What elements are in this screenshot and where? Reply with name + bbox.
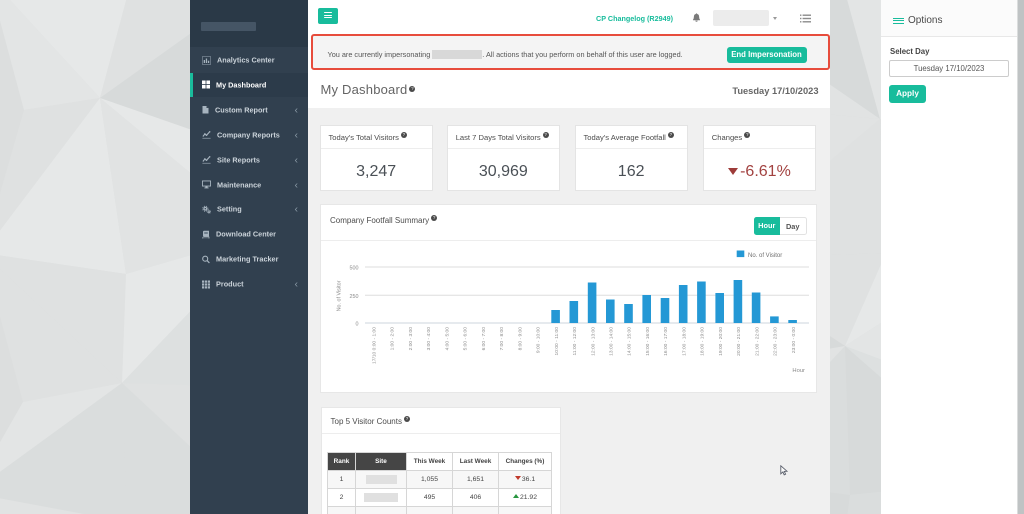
svg-text:22:00 - 23:00: 22:00 - 23:00 [773, 327, 779, 356]
svg-text:6:00 - 7:00: 6:00 - 7:00 [481, 327, 487, 351]
svg-text:3:00 - 4:00: 3:00 - 4:00 [426, 327, 432, 351]
svg-text:19:00 - 20:00: 19:00 - 20:00 [718, 327, 724, 356]
svg-text:10:00 - 11:00: 10:00 - 11:00 [554, 327, 560, 356]
svg-text:12:00 - 13:00: 12:00 - 13:00 [590, 327, 596, 356]
svg-text:500: 500 [350, 266, 359, 272]
svg-text:16:00 - 17:00: 16:00 - 17:00 [663, 327, 669, 356]
svg-text:No. of Visitor: No. of Visitor [337, 280, 343, 311]
svg-text:21:00 - 22:00: 21:00 - 22:00 [754, 327, 760, 356]
svg-text:1:00 - 2:00: 1:00 - 2:00 [390, 327, 396, 351]
svg-text:8:00 - 9:00: 8:00 - 9:00 [517, 327, 523, 351]
svg-text:9:00 - 10:00: 9:00 - 10:00 [536, 327, 542, 353]
svg-text:18:00 - 19:00: 18:00 - 19:00 [700, 327, 706, 356]
svg-text:4:00 - 5:00: 4:00 - 5:00 [444, 327, 450, 351]
svg-text:11:00 - 12:00: 11:00 - 12:00 [572, 327, 578, 356]
svg-text:5:00 - 6:00: 5:00 - 6:00 [463, 327, 469, 351]
svg-text:15:00 - 16:00: 15:00 - 16:00 [645, 327, 651, 356]
svg-text:No. of Visitor: No. of Visitor [748, 253, 782, 259]
svg-text:Hour: Hour [792, 368, 805, 374]
svg-text:250: 250 [350, 294, 359, 300]
svg-text:23:00 - 0:00: 23:00 - 0:00 [791, 327, 797, 353]
svg-text:2:00 - 3:00: 2:00 - 3:00 [408, 327, 414, 351]
svg-text:0: 0 [356, 322, 359, 328]
svg-text:17/10 0:00 - 1:00: 17/10 0:00 - 1:00 [372, 327, 378, 364]
svg-text:7:00 - 8:00: 7:00 - 8:00 [499, 327, 505, 351]
svg-text:20:00 - 21:00: 20:00 - 21:00 [736, 327, 742, 356]
svg-text:13:00 - 14:00: 13:00 - 14:00 [609, 327, 615, 356]
svg-text:17:00 - 18:00: 17:00 - 18:00 [681, 327, 687, 356]
svg-text:14:00 - 15:00: 14:00 - 15:00 [627, 327, 633, 356]
